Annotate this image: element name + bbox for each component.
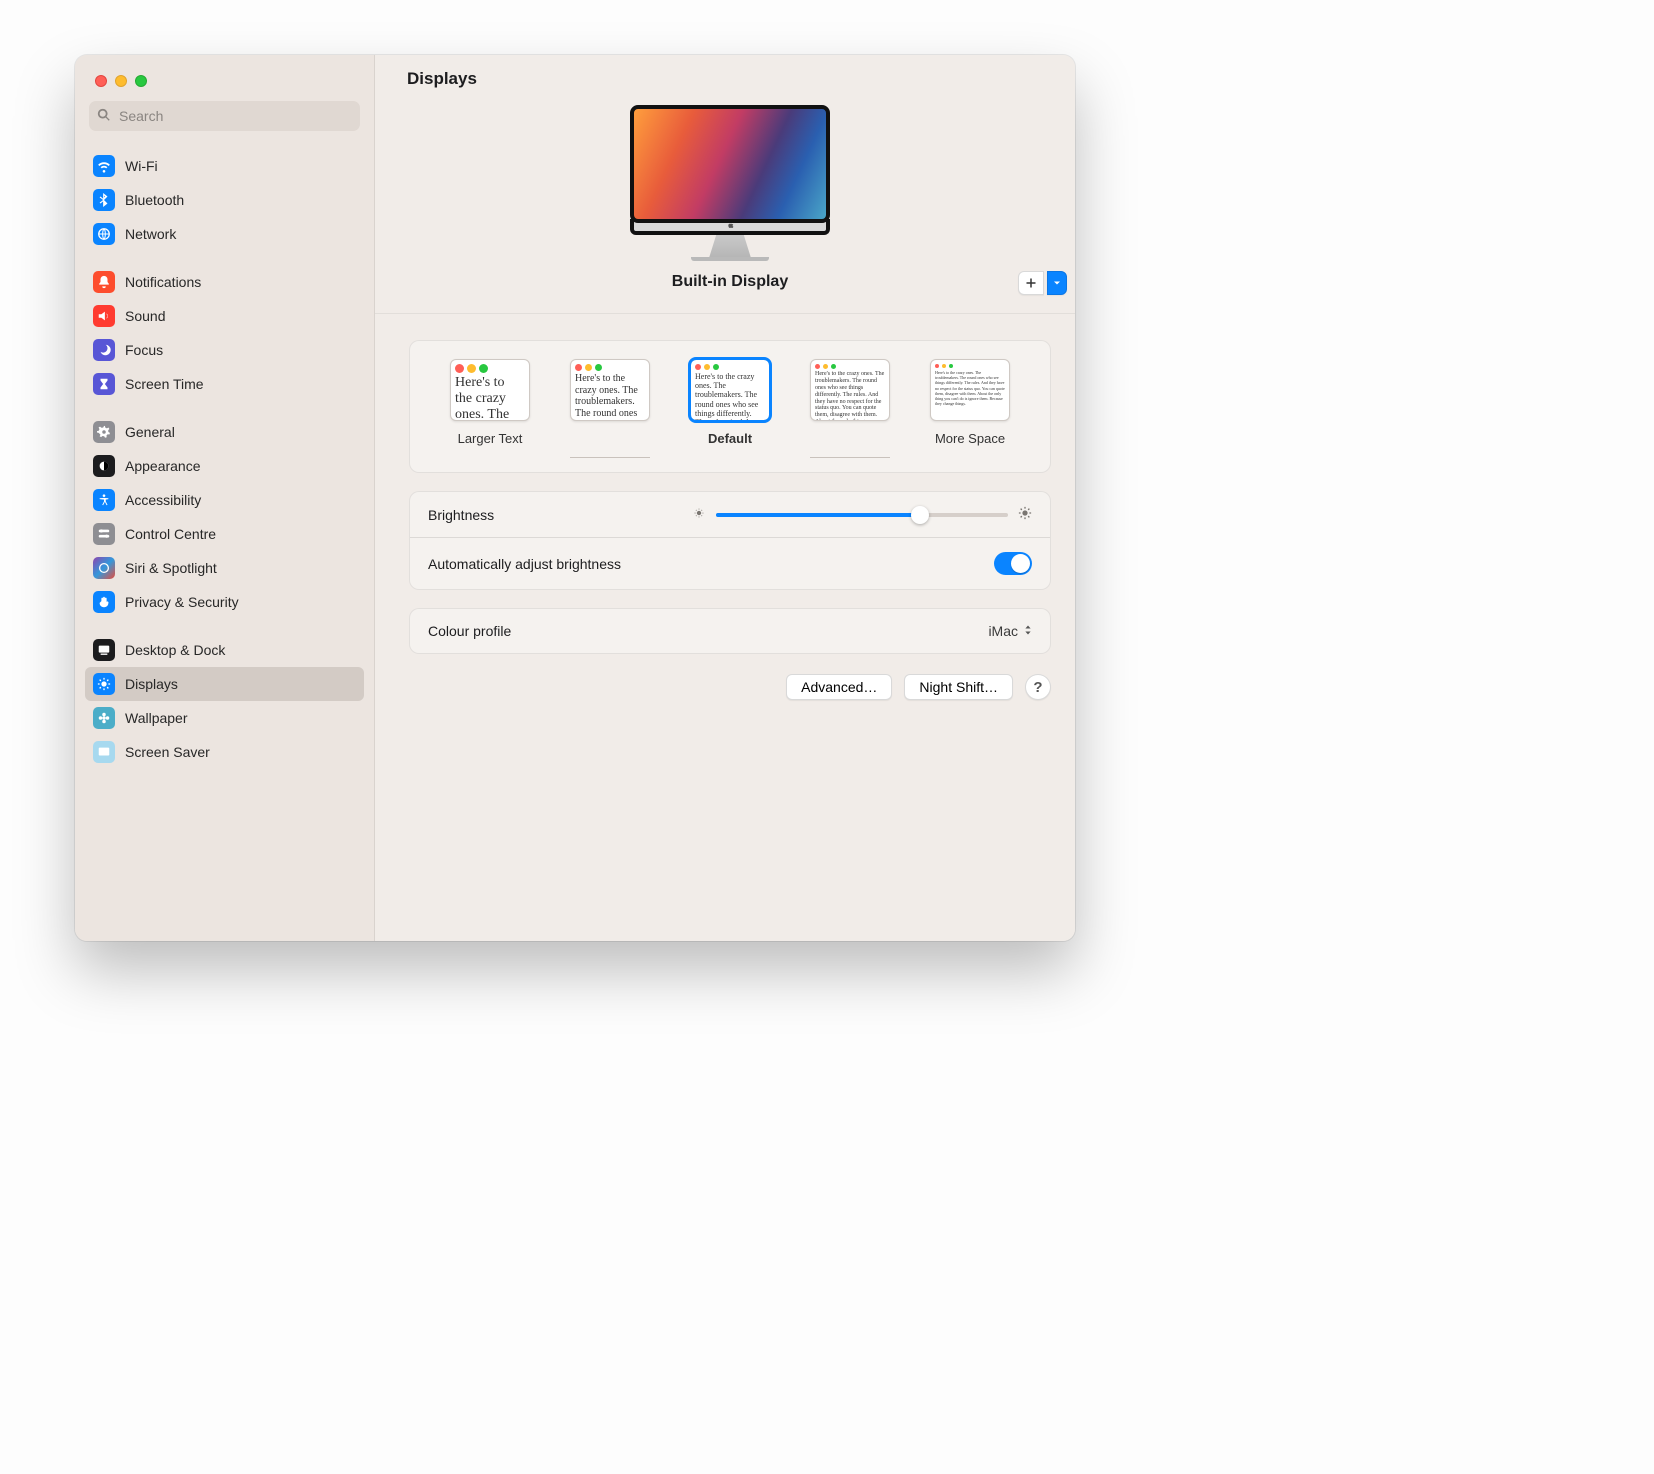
search-input[interactable] xyxy=(117,107,352,125)
sun-dim-icon xyxy=(692,506,706,523)
monitor-illustration xyxy=(630,105,830,261)
night-shift-button[interactable]: Night Shift… xyxy=(904,674,1013,700)
screensaver-icon xyxy=(93,741,115,763)
resolution-caption: Default xyxy=(708,431,752,447)
toolbar: Displays xyxy=(375,55,1075,95)
sidebar-item-label: Control Centre xyxy=(125,527,216,541)
siri-icon xyxy=(93,557,115,579)
sidebar-item-siri[interactable]: Siri & Spotlight xyxy=(85,551,364,585)
bell-icon xyxy=(93,271,115,293)
chevron-updown-icon xyxy=(1024,623,1032,639)
sidebar-item-label: Appearance xyxy=(125,459,201,473)
auto-brightness-label: Automatically adjust brightness xyxy=(428,556,621,572)
sidebar-item-wallpaper[interactable]: Wallpaper xyxy=(85,701,364,735)
resolution-option-5[interactable]: Here's to the crazy ones. The troublemak… xyxy=(914,359,1026,447)
sidebar-item-label: Siri & Spotlight xyxy=(125,561,217,575)
display-hero: Built-in Display xyxy=(375,95,1075,314)
sidebar-item-notifications[interactable]: Notifications xyxy=(85,265,364,299)
advanced-button[interactable]: Advanced… xyxy=(786,674,892,700)
sidebar-item-privacy[interactable]: Privacy & Security xyxy=(85,585,364,619)
accessibility-icon xyxy=(93,489,115,511)
search-icon xyxy=(97,108,111,125)
brightness-label: Brightness xyxy=(428,507,494,523)
colour-profile-select[interactable]: iMac xyxy=(988,623,1032,639)
system-settings-window: Wi-Fi Bluetooth Network Notifications xyxy=(75,55,1075,941)
sidebar-item-label: Notifications xyxy=(125,275,201,289)
sidebar-item-label: Wi-Fi xyxy=(125,159,158,173)
sidebar-item-label: Screen Time xyxy=(125,377,204,391)
resolution-caption: Larger Text xyxy=(458,431,523,447)
help-button[interactable]: ? xyxy=(1025,674,1051,700)
resolution-option-3[interactable]: Here's to the crazy ones. The troublemak… xyxy=(674,359,786,447)
flower-icon xyxy=(93,707,115,729)
globe-icon xyxy=(93,223,115,245)
content-pane: Displays Built-in Display Here's t xyxy=(375,55,1075,941)
hourglass-icon xyxy=(93,373,115,395)
resolution-option-4[interactable]: Here's to the crazy ones. The troublemak… xyxy=(794,359,906,458)
sidebar: Wi-Fi Bluetooth Network Notifications xyxy=(75,55,375,941)
sidebar-item-focus[interactable]: Focus xyxy=(85,333,364,367)
sidebar-list[interactable]: Wi-Fi Bluetooth Network Notifications xyxy=(75,139,374,941)
sidebar-item-label: Accessibility xyxy=(125,493,201,507)
sliders-icon xyxy=(93,523,115,545)
wifi-icon xyxy=(93,155,115,177)
resolution-panel: Here's to the crazy ones. The troublemak… xyxy=(409,340,1051,473)
sidebar-item-label: Screen Saver xyxy=(125,745,210,759)
colour-profile-label: Colour profile xyxy=(428,623,511,639)
hand-icon xyxy=(93,591,115,613)
minimize-window-button[interactable] xyxy=(115,75,127,87)
sidebar-item-label: General xyxy=(125,425,175,439)
sidebar-item-sound[interactable]: Sound xyxy=(85,299,364,333)
brightness-panel: Brightness Automatically adjust brightne… xyxy=(409,491,1051,590)
resolution-caption: More Space xyxy=(935,431,1005,447)
page-title: Displays xyxy=(407,69,1053,89)
bluetooth-icon xyxy=(93,189,115,211)
sidebar-item-label: Bluetooth xyxy=(125,193,184,207)
window-controls xyxy=(75,55,374,101)
sidebar-item-label: Network xyxy=(125,227,176,241)
search-field[interactable] xyxy=(89,101,360,131)
sidebar-item-label: Privacy & Security xyxy=(125,595,239,609)
sidebar-item-label: Wallpaper xyxy=(125,711,188,725)
sidebar-item-appearance[interactable]: Appearance xyxy=(85,449,364,483)
display-name: Built-in Display xyxy=(672,273,788,291)
resolution-option-2[interactable]: Here's to the crazy ones. The troublemak… xyxy=(554,359,666,458)
close-window-button[interactable] xyxy=(95,75,107,87)
auto-brightness-toggle[interactable] xyxy=(994,552,1032,575)
settings-scroll[interactable]: Here's to the crazy ones. The troublemak… xyxy=(375,314,1075,941)
moon-icon xyxy=(93,339,115,361)
speaker-icon xyxy=(93,305,115,327)
gear-icon xyxy=(93,421,115,443)
sidebar-item-label: Focus xyxy=(125,343,163,357)
sidebar-item-screensaver[interactable]: Screen Saver xyxy=(85,735,364,769)
resolution-option-1[interactable]: Here's to the crazy ones. The troublemak… xyxy=(434,359,546,447)
colour-profile-panel: Colour profile iMac xyxy=(409,608,1051,654)
fullscreen-window-button[interactable] xyxy=(135,75,147,87)
add-display-button[interactable] xyxy=(1018,271,1044,295)
sidebar-item-displays[interactable]: Displays xyxy=(85,667,364,701)
sidebar-item-wifi[interactable]: Wi-Fi xyxy=(85,149,364,183)
sidebar-item-label: Sound xyxy=(125,309,165,323)
sun-icon xyxy=(93,673,115,695)
sidebar-item-label: Displays xyxy=(125,677,178,691)
sidebar-item-desktopdock[interactable]: Desktop & Dock xyxy=(85,633,364,667)
sidebar-item-label: Desktop & Dock xyxy=(125,643,225,657)
sidebar-item-accessibility[interactable]: Accessibility xyxy=(85,483,364,517)
sun-bright-icon xyxy=(1018,506,1032,523)
sidebar-item-network[interactable]: Network xyxy=(85,217,364,251)
sidebar-item-screentime[interactable]: Screen Time xyxy=(85,367,364,401)
appearance-icon xyxy=(93,455,115,477)
dock-icon xyxy=(93,639,115,661)
sidebar-item-general[interactable]: General xyxy=(85,415,364,449)
brightness-slider[interactable] xyxy=(692,506,1032,523)
colour-profile-value: iMac xyxy=(988,623,1018,639)
sidebar-item-bluetooth[interactable]: Bluetooth xyxy=(85,183,364,217)
display-options-dropdown[interactable] xyxy=(1047,271,1067,295)
sidebar-item-controlcentre[interactable]: Control Centre xyxy=(85,517,364,551)
